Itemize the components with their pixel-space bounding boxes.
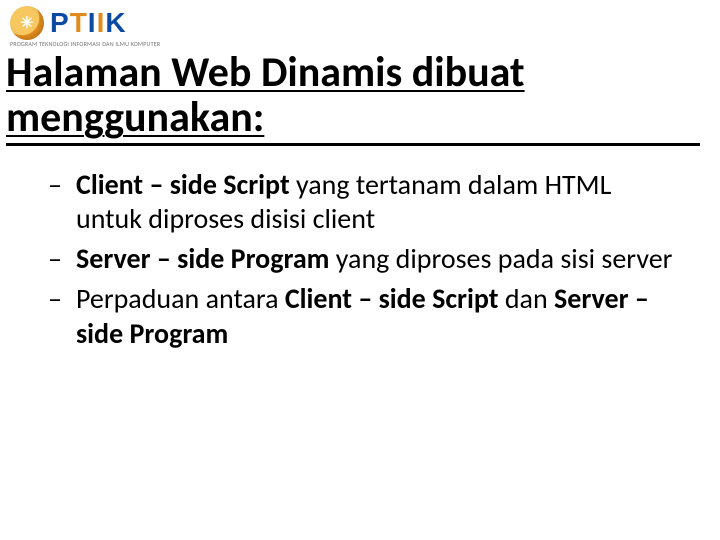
logo-letter-p: P xyxy=(50,7,70,38)
logo-mark-icon: ✳ xyxy=(10,6,44,40)
logo-letter-k: K xyxy=(105,7,126,38)
logo-letter-i1: I xyxy=(88,7,97,38)
title-container: Halaman Web Dinamis dibuat menggunakan: xyxy=(6,50,700,146)
list-item: – Client – side Script yang tertanam dal… xyxy=(48,168,680,236)
list-item: – Server – side Program yang diproses pa… xyxy=(48,242,680,276)
bullet-dash: – xyxy=(48,242,62,276)
logo-text: PTIIK xyxy=(50,7,127,39)
slide-body: – Client – side Script yang tertanam dal… xyxy=(48,168,680,357)
logo-glyph: ✳ xyxy=(20,13,33,33)
slide: ✳ PTIIK PROGRAM TEKNOLOGI INFORMASI DAN … xyxy=(0,0,720,540)
slide-title: Halaman Web Dinamis dibuat menggunakan: xyxy=(6,50,700,141)
text: dan xyxy=(499,281,555,316)
text: yang diproses pada sisi server xyxy=(329,241,672,276)
text: Perpaduan antara xyxy=(76,281,285,316)
list-item: – Perpaduan antara Client – side Script … xyxy=(48,282,680,350)
bullet-dash: – xyxy=(48,282,62,316)
text-bold: Client – side Script xyxy=(76,167,290,202)
bullet-dash: – xyxy=(48,168,62,202)
logo: ✳ PTIIK xyxy=(10,6,127,40)
text-bold: Client – side Script xyxy=(285,281,499,316)
text-bold: Server – side Program xyxy=(76,241,329,276)
logo-letter-t: T xyxy=(70,7,88,38)
